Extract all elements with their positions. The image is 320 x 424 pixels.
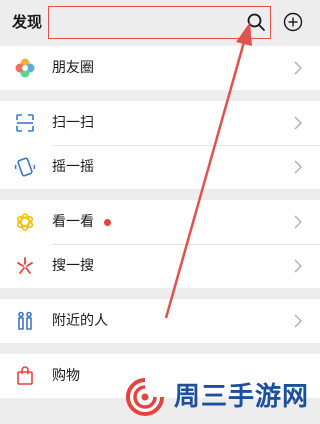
- chevron-right-icon: [294, 160, 302, 174]
- page-title: 发现: [12, 13, 43, 31]
- list-item-top-stories[interactable]: 看一看: [0, 200, 320, 244]
- list-item-label: 朋友圈: [52, 60, 94, 76]
- group-scan-shake: 扫一扫 摇一摇: [0, 101, 320, 189]
- list-item-shake[interactable]: 摇一摇: [0, 145, 320, 189]
- search-icon[interactable]: [246, 12, 266, 32]
- watermark-text: 周三手游网: [174, 382, 310, 412]
- watermark-logo-icon: [126, 378, 164, 416]
- top-stories-icon: [16, 213, 34, 231]
- chevron-right-icon: [294, 215, 302, 229]
- list-item-label: 扫一扫: [52, 115, 94, 131]
- chevron-right-icon: [294, 61, 302, 75]
- group-stories-search: 看一看 搜一搜: [0, 200, 320, 288]
- list-item-label: 摇一摇: [52, 159, 94, 175]
- discover-list: 朋友圈 扫一扫 摇一摇 看一看 搜一搜 附近的人 购物: [0, 46, 320, 409]
- list-item-search[interactable]: 搜一搜: [0, 244, 320, 288]
- list-item-label: 购物: [52, 368, 80, 384]
- moments-icon: [15, 58, 35, 78]
- list-item-moments[interactable]: 朋友圈: [0, 46, 320, 90]
- watermark: 周三手游网: [118, 374, 318, 420]
- unread-dot: [104, 219, 111, 226]
- list-item-label: 附近的人: [52, 313, 108, 329]
- group-moments: 朋友圈: [0, 46, 320, 90]
- chevron-right-icon: [294, 116, 302, 130]
- search-input[interactable]: [48, 6, 271, 39]
- shake-icon: [14, 157, 36, 177]
- add-icon[interactable]: [283, 12, 303, 32]
- list-item-people-nearby[interactable]: 附近的人: [0, 299, 320, 343]
- list-item-label: 搜一搜: [52, 258, 94, 274]
- search-sparkle-icon: [17, 257, 33, 274]
- list-item-scan[interactable]: 扫一扫: [0, 101, 320, 145]
- scan-icon: [16, 114, 34, 132]
- chevron-right-icon: [294, 314, 302, 328]
- list-item-label: 看一看: [52, 214, 94, 230]
- top-bar: 发现: [0, 0, 320, 46]
- people-nearby-icon: [18, 311, 32, 330]
- group-nearby: 附近的人: [0, 299, 320, 343]
- chevron-right-icon: [294, 259, 302, 273]
- shopping-bag-icon: [17, 366, 33, 385]
